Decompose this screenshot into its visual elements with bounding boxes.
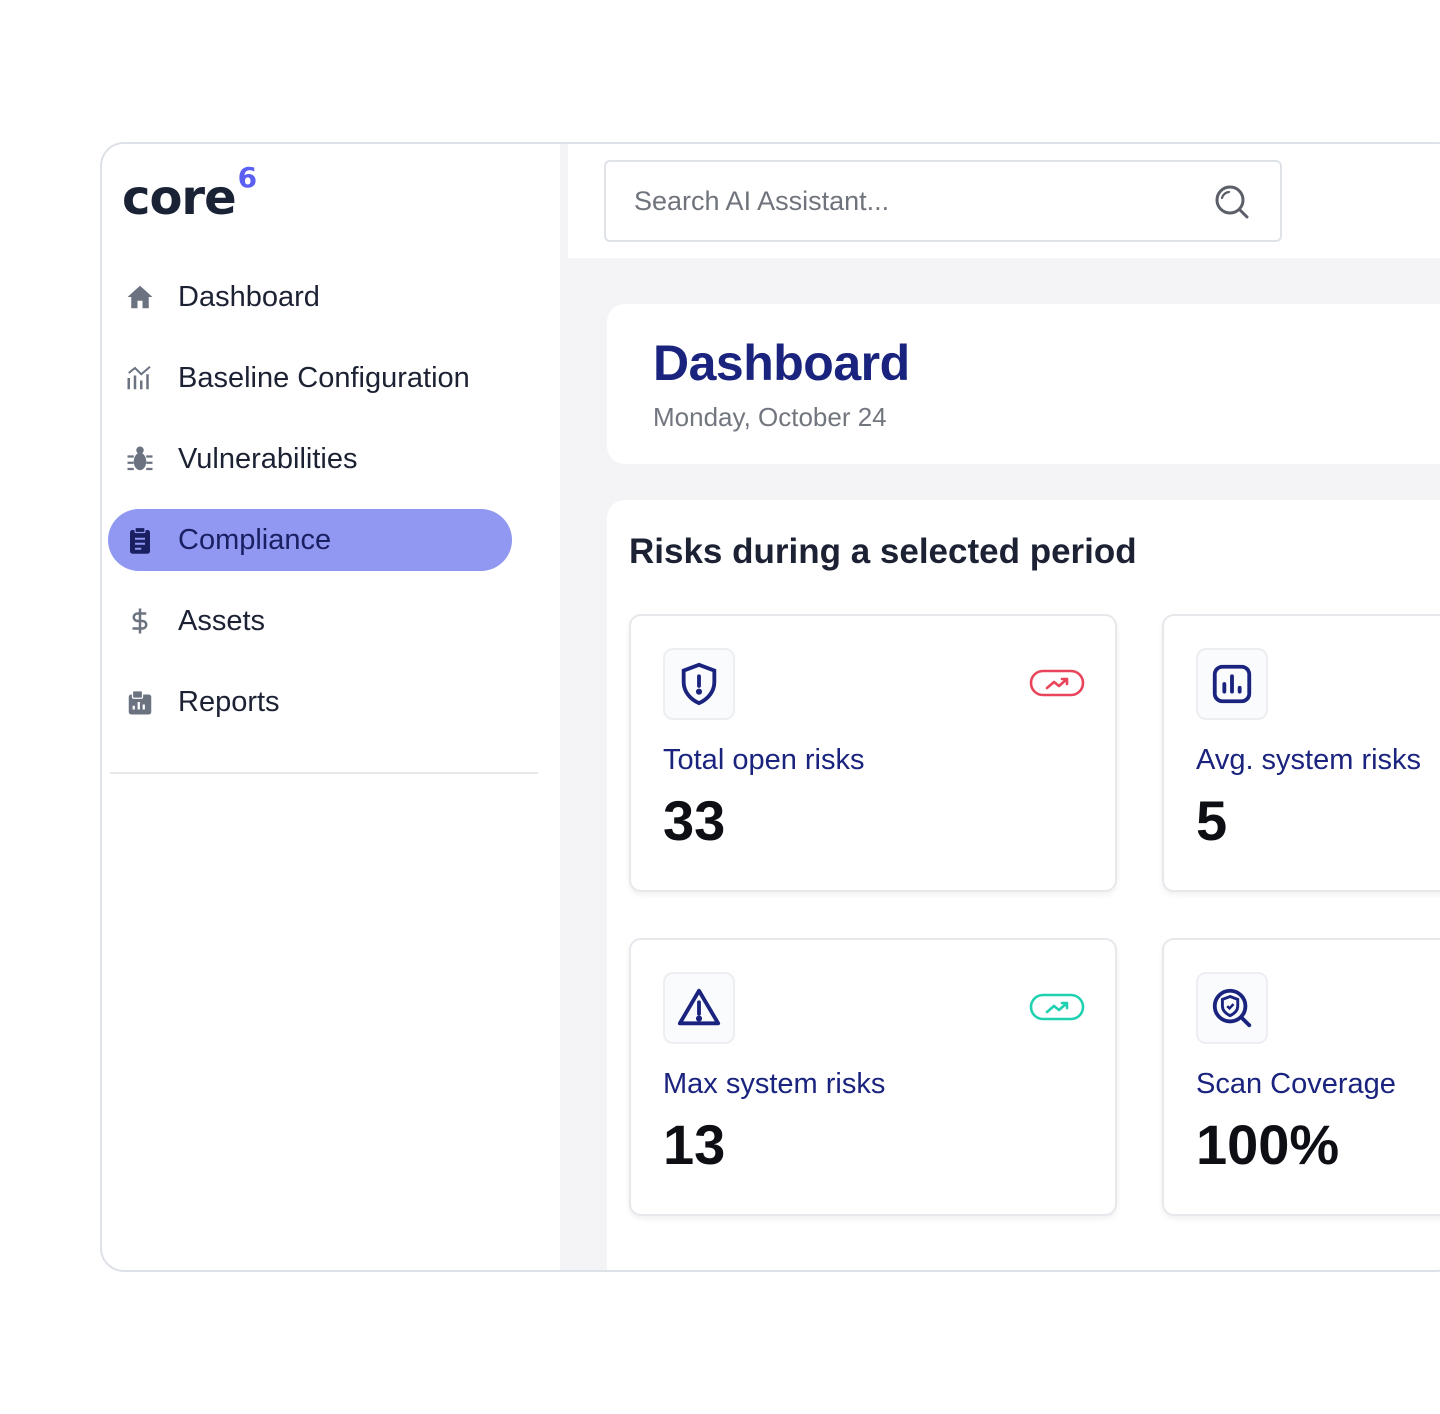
sidebar-item-label: Reports [178, 685, 280, 718]
metric-label: Total open risks [663, 744, 865, 776]
trend-up-icon [1029, 992, 1085, 1022]
trend-up-icon [1029, 668, 1085, 698]
metric-label: Scan Coverage [1196, 1068, 1396, 1100]
sidebar-item-baseline-configuration[interactable]: Baseline Configuration [108, 347, 512, 409]
sidebar-item-label: Dashboard [178, 280, 320, 313]
metric-value: 5 [1196, 789, 1228, 852]
sidebar-item-assets[interactable]: Assets [108, 590, 512, 652]
top-bar [568, 144, 1440, 258]
sidebar-item-label: Baseline Configuration [178, 361, 470, 394]
metric-card-avg-system-risks[interactable]: Avg. system risks 5 [1162, 614, 1440, 892]
brand-superscript: 6 [237, 161, 258, 194]
metric-label: Avg. system risks [1196, 744, 1422, 776]
bar-chart-icon [124, 362, 156, 394]
sidebar-item-reports[interactable]: Reports [108, 671, 512, 733]
dollar-icon [124, 605, 156, 637]
page-header: Dashboard Monday, October 24 [607, 304, 1440, 464]
metric-card-total-open-risks[interactable]: Total open risks 33 [629, 614, 1117, 892]
sidebar-nav: Dashboard Baseline Configuration Vulnera… [108, 266, 512, 752]
metric-value: 100% [1196, 1113, 1340, 1176]
page-date: Monday, October 24 [653, 402, 887, 432]
app-window: core6 Dashboard Baseline Configuration V… [100, 142, 1440, 1272]
metric-value: 13 [663, 1113, 726, 1176]
sidebar-item-label: Compliance [178, 523, 332, 556]
search-box [604, 160, 1282, 242]
sidebar-item-compliance[interactable]: Compliance [108, 509, 512, 571]
report-icon [124, 686, 156, 718]
metric-card-max-system-risks[interactable]: Max system risks 13 [629, 938, 1117, 1216]
shield-alert-icon [663, 648, 735, 720]
risks-panel: Risks during a selected period Total ope… [607, 500, 1440, 1270]
brand-logo[interactable]: core6 [122, 161, 257, 226]
warning-icon [663, 972, 735, 1044]
page-title: Dashboard [653, 335, 910, 391]
sidebar-item-label: Assets [178, 604, 266, 637]
metric-card-scan-coverage[interactable]: Scan Coverage 100% [1162, 938, 1440, 1216]
sidebar-item-vulnerabilities[interactable]: Vulnerabilities [108, 428, 512, 490]
home-icon [124, 281, 156, 313]
sidebar-divider [110, 772, 538, 774]
metric-value: 33 [663, 789, 726, 852]
metric-label: Max system risks [663, 1068, 886, 1100]
bug-icon [124, 443, 156, 475]
chart-icon [1196, 648, 1268, 720]
search-icon[interactable] [1212, 182, 1252, 222]
brand-name: core [122, 170, 237, 226]
sidebar-item-dashboard[interactable]: Dashboard [108, 266, 512, 328]
sidebar-item-label: Vulnerabilities [178, 442, 358, 475]
scan-shield-icon [1196, 972, 1268, 1044]
section-title: Risks during a selected period [629, 532, 1137, 571]
sidebar: core6 Dashboard Baseline Configuration V… [102, 144, 560, 1270]
search-input[interactable] [634, 185, 1174, 217]
clipboard-icon [124, 524, 156, 556]
